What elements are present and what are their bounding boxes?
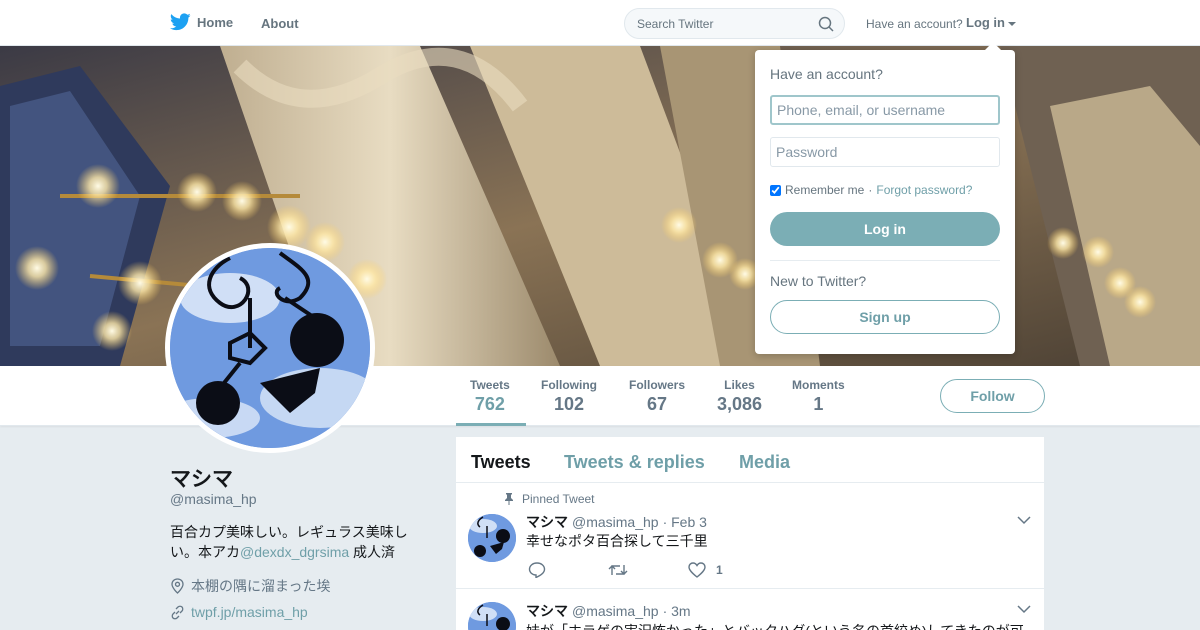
pin-icon (505, 493, 513, 505)
nav-home-link[interactable]: Home (170, 13, 233, 31)
tab-tweets-replies[interactable]: Tweets & replies (564, 452, 705, 473)
separator-dot: · (868, 183, 873, 197)
stat-likes[interactable]: Likes 3,086 (717, 378, 762, 415)
profile-url[interactable]: twpf.jp/masima_hp (170, 604, 308, 620)
remember-me-label[interactable]: Remember me (785, 183, 864, 197)
reply-icon[interactable] (528, 562, 546, 578)
pinned-label: Pinned Tweet (504, 492, 595, 506)
stat-label: Following (541, 378, 597, 392)
stat-tweets[interactable]: Tweets 762 (470, 378, 510, 415)
search-placeholder: Search Twitter (637, 17, 714, 31)
login-button[interactable]: Log in (770, 212, 1000, 246)
chevron-down-icon[interactable] (1017, 605, 1031, 614)
bio-suffix: 成人済 (349, 544, 396, 560)
tweet-text: 妹が「ホラゲの実況怖かった」とバックハグ(という名の首絞め)してきたのが可 (526, 621, 1026, 630)
search-icon[interactable] (818, 16, 834, 32)
tweet-author-name[interactable]: マシマ (526, 601, 568, 621)
follow-button[interactable]: Follow (940, 379, 1045, 413)
signup-button[interactable]: Sign up (770, 300, 1000, 334)
nav-home-label: Home (197, 14, 234, 30)
tweet-timestamp[interactable]: · 3m (663, 603, 691, 619)
caret-down-icon (1008, 21, 1016, 26)
location-text: 本棚の隅に溜まった埃 (191, 578, 331, 594)
login-label: Log in (966, 15, 1005, 30)
forgot-password-link[interactable]: Forgot password? (876, 183, 972, 197)
pinned-text: Pinned Tweet (522, 492, 595, 506)
remember-me-row: Remember me · Forgot password? (770, 183, 972, 197)
tweet-item[interactable]: マシマ @masima_hp · 3m 妹が「ホラゲの実況怖かった」とバックハグ… (456, 590, 1044, 630)
password-field[interactable] (770, 137, 1000, 167)
new-to-twitter-text: New to Twitter? (770, 273, 867, 289)
username-field[interactable] (770, 95, 1000, 125)
tab-media[interactable]: Media (739, 452, 790, 473)
bio-mention-link[interactable]: @dexdx_dgrsima (240, 544, 349, 560)
tweet-actions: 1 (528, 562, 723, 578)
tweet-timestamp[interactable]: · Feb 3 (663, 514, 707, 530)
tweet-author-name[interactable]: マシマ (526, 512, 568, 532)
avatar-image (170, 248, 370, 448)
profile-bio: 百合カプ美味しい。レギュラス美味しい。本アカ@dexdx_dgrsima 成人済 (170, 522, 420, 562)
nav-about-link[interactable]: About (261, 16, 299, 31)
stat-followers[interactable]: Followers 67 (629, 378, 685, 415)
url-text[interactable]: twpf.jp/masima_hp (191, 604, 308, 620)
login-dropdown-toggle[interactable]: Log in (966, 15, 1016, 30)
stat-value: 1 (813, 394, 824, 414)
retweet-icon[interactable] (608, 562, 628, 578)
active-stat-underline (456, 423, 526, 426)
tweet-timeline: Tweets Tweets & replies Media Pinned Twe… (456, 437, 1044, 630)
divider (770, 260, 1000, 261)
tweet-item[interactable]: Pinned Tweet マシマ @masima_hp · Feb 3 幸せなポ… (456, 484, 1044, 589)
dropdown-arrow (985, 42, 1001, 50)
tweet-header: マシマ @masima_hp · 3m (526, 601, 691, 621)
remember-me-checkbox[interactable] (770, 184, 781, 196)
tab-tweets[interactable]: Tweets (471, 452, 531, 473)
stat-following[interactable]: Following 102 (541, 378, 597, 415)
tweet-author-handle[interactable]: @masima_hp (572, 603, 659, 619)
profile-avatar[interactable] (165, 243, 375, 453)
stat-value: 3,086 (717, 394, 763, 414)
profile-name: マシマ (170, 468, 233, 491)
like-count: 1 (716, 563, 723, 577)
tweet-avatar[interactable] (468, 602, 516, 630)
profile-location: 本棚の隅に溜まった埃 (170, 576, 330, 596)
stat-label: Tweets (470, 378, 510, 392)
top-navigation-bar: Home About Search Twitter Have an accoun… (0, 0, 1200, 46)
timeline-tabs: Tweets Tweets & replies Media (456, 437, 1044, 483)
like-icon[interactable] (688, 562, 706, 578)
location-pin-icon (171, 578, 184, 594)
twitter-bird-icon (170, 13, 191, 31)
have-account-text: Have an account? (866, 17, 963, 31)
stat-moments[interactable]: Moments 1 (792, 378, 845, 415)
stat-value: 762 (474, 394, 505, 414)
tweet-text: 幸せなポタ百合探して三千里 (526, 533, 708, 549)
stat-label: Likes (724, 378, 755, 392)
profile-handle: @masima_hp (170, 491, 257, 507)
login-dropdown: Have an account? Remember me · Forgot pa… (755, 42, 1015, 354)
stat-label: Followers (629, 378, 686, 392)
search-input[interactable]: Search Twitter (624, 8, 845, 39)
stat-value: 67 (646, 394, 668, 414)
avatar-image (468, 514, 516, 562)
login-title: Have an account? (770, 66, 883, 82)
stat-label: Moments (792, 378, 845, 392)
stat-value: 102 (553, 394, 585, 414)
chevron-down-icon[interactable] (1017, 516, 1031, 525)
tweet-avatar[interactable] (468, 514, 516, 562)
avatar-image (468, 602, 516, 630)
tweet-header: マシマ @masima_hp · Feb 3 (526, 512, 707, 532)
link-icon (171, 605, 184, 619)
tweet-author-handle[interactable]: @masima_hp (572, 514, 659, 530)
